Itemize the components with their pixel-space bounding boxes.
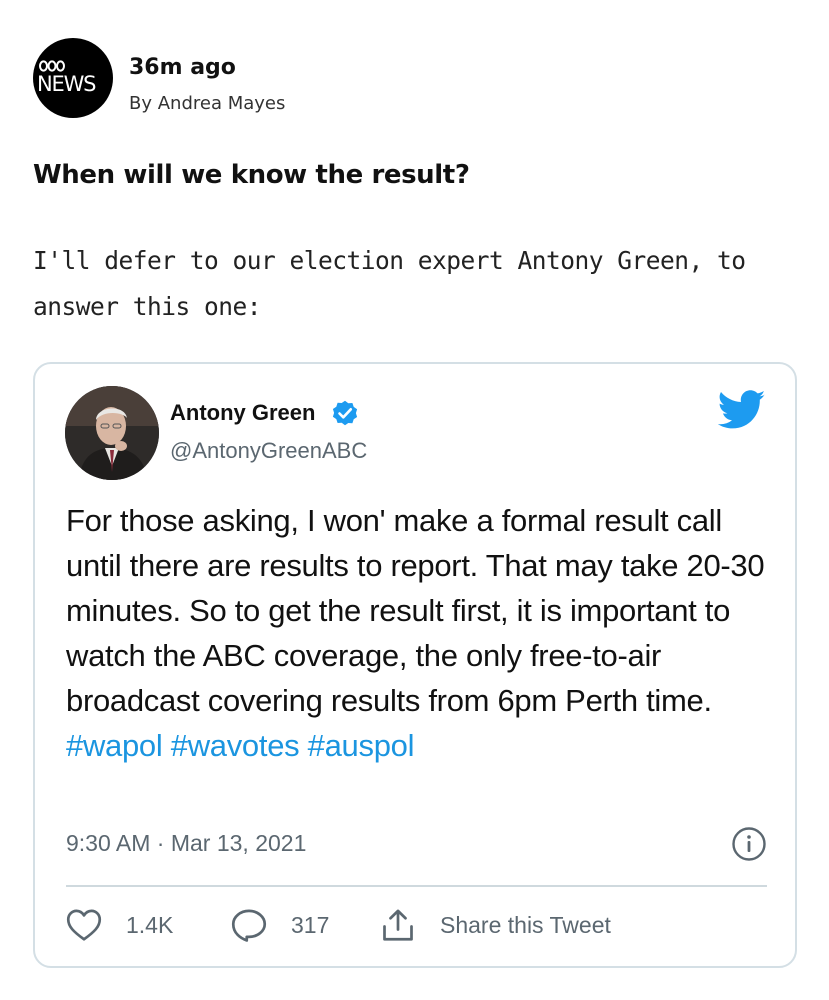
- heart-icon: [66, 909, 102, 941]
- tweet-author-handle[interactable]: @AntonyGreenABC: [170, 438, 367, 464]
- divider: [66, 885, 767, 887]
- share-icon: [383, 909, 413, 941]
- hashtag-link[interactable]: #wavotes: [171, 728, 300, 763]
- post-header: NEWS 36m ago By Andrea Mayes: [33, 38, 793, 122]
- post-headline: When will we know the result?: [33, 160, 470, 190]
- abc-news-logo[interactable]: NEWS: [33, 38, 113, 118]
- share-label: Share this Tweet: [440, 911, 611, 938]
- share-button[interactable]: Share this Tweet: [380, 907, 611, 943]
- post-author: By Andrea Mayes: [129, 93, 286, 114]
- reply-count: 317: [291, 911, 330, 938]
- like-count: 1.4K: [126, 911, 174, 938]
- info-icon[interactable]: [731, 826, 767, 862]
- reply-button[interactable]: 317: [231, 907, 329, 943]
- twitter-bird-icon[interactable]: [718, 390, 766, 430]
- reply-bubble-icon: [231, 909, 267, 942]
- avatar-photo-icon: [65, 386, 159, 480]
- tweet-actions: 1.4K 317 Share this Tweet: [66, 907, 767, 943]
- tweet-text-body: For those asking, I won' make a formal r…: [66, 503, 765, 718]
- logo-news-text: NEWS: [37, 72, 96, 96]
- embedded-tweet[interactable]: Antony Green @AntonyGreenABC For those a…: [33, 362, 797, 968]
- verified-badge-icon: [332, 400, 358, 426]
- tweet-author-name[interactable]: Antony Green: [170, 400, 315, 426]
- hashtag-link[interactable]: #auspol: [308, 728, 415, 763]
- tweet-timestamp[interactable]: 9:30 AM · Mar 13, 2021: [66, 830, 306, 857]
- abc-logo-mark-icon: [39, 60, 65, 72]
- post-time: 36m ago: [129, 55, 236, 80]
- tweet-text: For those asking, I won' make a formal r…: [66, 498, 776, 768]
- avatar[interactable]: [65, 386, 159, 480]
- hashtag-link[interactable]: #wapol: [66, 728, 163, 763]
- like-button[interactable]: 1.4K: [66, 907, 173, 943]
- post-body: I'll defer to our election expert Antony…: [33, 246, 746, 321]
